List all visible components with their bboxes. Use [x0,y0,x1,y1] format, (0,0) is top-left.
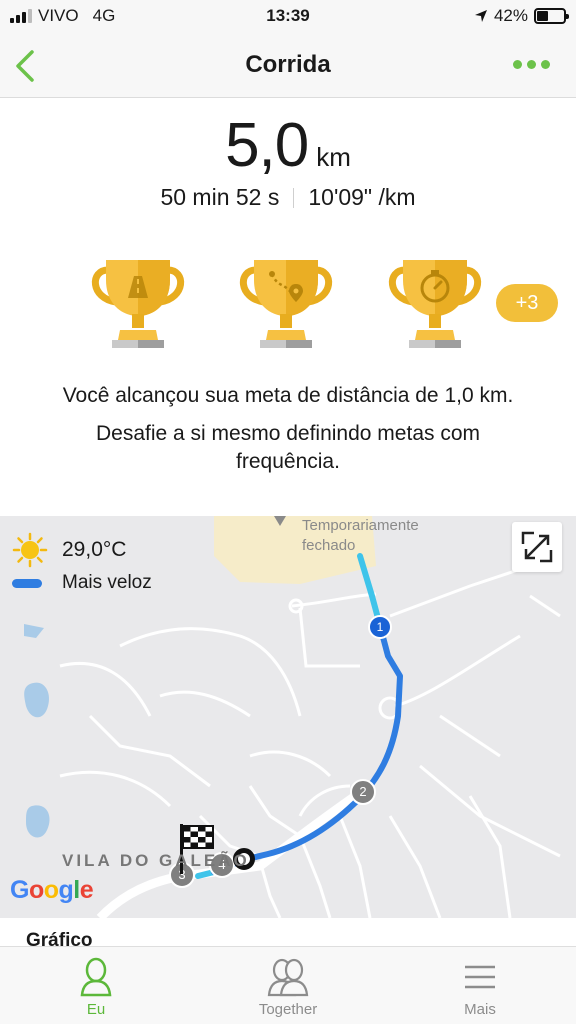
person-icon [80,957,112,997]
weather-info: 29,0°C [12,532,126,568]
google-logo: Google [10,876,94,904]
location-arrow-icon [474,10,487,22]
challenge-message: Desafie a si mesmo definindo metas com f… [96,422,480,473]
fastest-swatch [12,578,42,588]
navigation-bar: Corrida [0,34,576,98]
status-bar: VIVO 4G 13:39 42% [0,0,576,34]
speed-legend: Mais veloz [12,572,152,594]
trophy-row [0,254,576,354]
tab-mais-label: Mais [464,1001,496,1018]
tab-eu[interactable]: Eu [0,955,192,1018]
tab-together-label: Together [258,1001,318,1018]
poi-label-line2: fechado [302,537,356,554]
km-marker-1[interactable]: 1 [368,615,392,639]
area-label: VILA DO GALEÃO [62,851,250,870]
battery-icon [534,8,569,24]
more-badges-button[interactable]: +3 [496,284,558,322]
distance-value: 5,0 [225,111,309,180]
road-trophy-icon[interactable] [86,254,190,352]
route-map[interactable]: Temporariamente fechado 1 2 3 4 29,0°C M… [0,516,576,918]
route-trophy-icon[interactable] [234,254,338,352]
people-icon [267,958,309,997]
distance-unit: km [316,142,351,172]
poi-label-line1: Temporariamente [302,517,419,534]
workout-summary: 5,0 km 50 min 52 s 10'09" /km +3 Você al… [0,98,576,516]
tab-eu-label: Eu [86,1001,106,1018]
battery-percent: 42% [493,6,528,25]
pace-value: 10'09" /km [308,184,416,210]
stopwatch-trophy-icon[interactable] [383,254,487,352]
stats-divider [293,188,295,208]
temperature-value: 29,0°C [62,538,127,561]
duration-value: 50 min 52 s [160,184,280,210]
expand-map-button[interactable] [512,522,562,572]
distance-display: 5,0 km [0,110,576,181]
more-options-icon[interactable] [513,60,550,69]
tab-bar: Eu Together Mais [0,946,576,1024]
fastest-label: Mais veloz [62,572,152,593]
hamburger-menu-icon [465,965,495,989]
tab-mais[interactable]: Mais [384,955,576,1018]
goal-message: Você alcançou sua meta de distância de 1… [62,384,514,407]
poi-label: Temporariamente fechado [302,516,419,556]
page-title: Corrida [245,51,331,78]
sun-icon [12,532,48,568]
workout-stats: 50 min 52 s 10'09" /km [0,184,576,211]
km-marker-2[interactable]: 2 [350,779,376,805]
expand-icon [521,531,553,563]
tab-together[interactable]: Together [192,955,384,1018]
